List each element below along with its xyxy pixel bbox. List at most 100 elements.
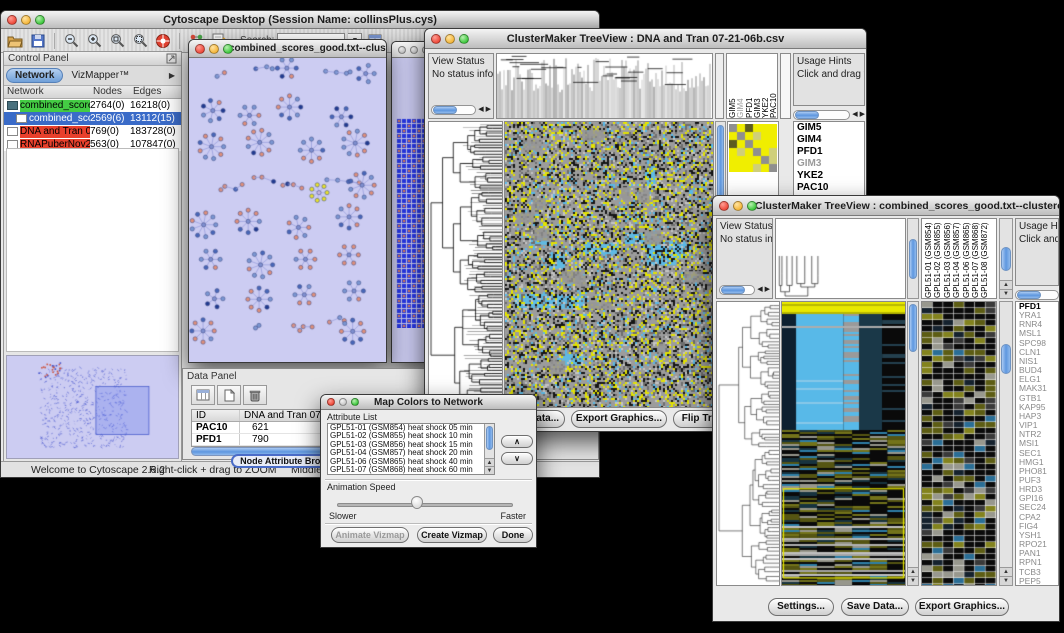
view-status-scrollbar[interactable]: ◀ ▶ [719, 283, 770, 296]
network-tree-row[interactable]: DNA and Tran 07 769(0) 183728(0) [4, 125, 181, 138]
tab-network[interactable]: Network [6, 68, 63, 83]
scroll-down-arrow[interactable]: ▼ [485, 466, 494, 474]
network-overview-panel[interactable] [6, 355, 179, 459]
zoom-selected-icon[interactable] [130, 31, 150, 51]
settings-button[interactable]: Settings... [768, 598, 834, 616]
labels-vscrollbar[interactable]: ▲ ▼ [999, 218, 1013, 299]
float-panel-icon[interactable] [166, 53, 177, 64]
network-overview-canvas[interactable] [7, 356, 178, 458]
close-button[interactable] [398, 46, 406, 54]
scroll-up-arrow[interactable]: ▲ [485, 458, 494, 466]
attribute-item[interactable]: GPL51-07 (GSM868) heat shock 60 min [328, 466, 494, 474]
column-dendrogram-canvas[interactable] [776, 219, 905, 298]
selected-cluster-heatmap-canvas[interactable] [922, 302, 996, 585]
close-button[interactable] [7, 15, 17, 25]
zoom-button[interactable] [223, 44, 233, 54]
scrollbar-thumb[interactable] [486, 426, 493, 450]
network-view-titlebar[interactable]: combined_scores_good.txt--cluste... [189, 40, 386, 58]
scroll-up-arrow[interactable]: ▲ [1000, 567, 1012, 576]
dendrogram-splitter[interactable] [715, 53, 724, 119]
heatmap-panel[interactable] [781, 301, 906, 586]
zoom-button[interactable] [351, 398, 359, 406]
close-button[interactable] [327, 398, 335, 406]
column-dendrogram-canvas[interactable] [497, 54, 712, 118]
attribute-list-scrollbar[interactable]: ▲ ▼ [484, 424, 494, 474]
minimize-button[interactable] [339, 398, 347, 406]
correlation-matrix-canvas[interactable] [729, 124, 777, 172]
attribute-select-icon[interactable] [191, 385, 215, 405]
selected-cluster-heatmap-panel[interactable] [921, 301, 997, 586]
column-label[interactable]: GPL51-03 (GSM856) [943, 218, 952, 298]
usage-hints-scrollbar[interactable] [1015, 288, 1059, 301]
heatmap-vscrollbar[interactable]: ▲ ▼ [907, 301, 919, 586]
column-label[interactable]: GPL51-04 (GSM857) [952, 218, 961, 298]
column-label[interactable]: GPL51-06 (GSM865) [962, 218, 971, 298]
scroll-up-arrow[interactable]: ▲ [908, 567, 918, 576]
scroll-down-arrow[interactable]: ▼ [1000, 576, 1012, 585]
scrollbar-thumb[interactable] [909, 239, 917, 279]
scrollbar-thumb[interactable] [1001, 247, 1011, 271]
column-label[interactable]: GPL51-07 (GSM868) [971, 218, 980, 298]
column-dendrogram-panel[interactable] [496, 53, 713, 119]
move-up-button[interactable]: ∧ [501, 435, 533, 448]
row-dendrogram-canvas[interactable] [429, 122, 502, 407]
gene-label[interactable]: GIM5 [794, 122, 864, 134]
delete-attribute-trash-icon[interactable] [243, 385, 267, 405]
minimize-button[interactable] [21, 15, 31, 25]
dialog-titlebar[interactable]: Map Colors to Network [321, 395, 536, 410]
minimize-button[interactable] [733, 201, 743, 211]
scroll-down-arrow[interactable]: ▼ [908, 576, 918, 585]
treeview2-titlebar[interactable]: ClusterMaker TreeView : combined_scores_… [713, 196, 1059, 216]
scrollbar-thumb[interactable] [909, 304, 917, 352]
gene-label[interactable]: PAC10 [794, 182, 864, 194]
export-graphics-button[interactable]: Export Graphics... [915, 598, 1009, 616]
animation-speed-slider-track[interactable] [337, 503, 513, 507]
column-label[interactable]: GPL51-01 (GSM854) [924, 218, 933, 298]
treeview1-titlebar[interactable]: ClusterMaker TreeView : DNA and Tran 07-… [425, 29, 866, 49]
done-button[interactable]: Done [493, 527, 533, 543]
minimize-button[interactable] [410, 46, 418, 54]
gene-label[interactable]: GIM3 [794, 158, 864, 170]
network-graph-canvas[interactable] [189, 58, 386, 362]
heatmap-panel[interactable] [504, 121, 714, 408]
scroll-up-arrow[interactable]: ▲ [1000, 280, 1012, 289]
gene-label[interactable]: PFD1 [794, 146, 864, 158]
view-status-scrollbar[interactable]: ◀ ▶ [431, 103, 491, 116]
network-tree-row[interactable]: combined_sco 2569(6) 13112(15) [4, 112, 181, 125]
column-label[interactable]: GPL51-02 (GSM855) [933, 218, 942, 298]
zoom-in-icon[interactable] [84, 31, 104, 51]
column-dendrogram-panel[interactable] [775, 218, 906, 299]
minimize-button[interactable] [209, 44, 219, 54]
dendrogram-vscrollbar[interactable] [907, 218, 919, 299]
new-attribute-icon[interactable] [217, 385, 241, 405]
gene-label[interactable]: YKE2 [794, 170, 864, 182]
network-canvas-area[interactable] [189, 58, 386, 362]
scroll-down-arrow[interactable]: ▼ [1000, 289, 1012, 298]
animate-vizmap-button[interactable]: Animate Vizmap [331, 527, 409, 543]
close-button[interactable] [195, 44, 205, 54]
save-data-button[interactable]: Save Data... [841, 598, 909, 616]
heatmap-canvas[interactable] [505, 122, 713, 407]
row-dendrogram-canvas[interactable] [717, 302, 779, 585]
zoom-out-icon[interactable] [61, 31, 81, 51]
move-down-button[interactable]: ∨ [501, 452, 533, 465]
column-labels-panel[interactable]: GPL51-01 (GSM854)GPL51-02 (GSM855)GPL51-… [921, 218, 997, 299]
scrollbar-thumb[interactable] [1001, 344, 1011, 374]
gene-label[interactable]: GIM4 [794, 134, 864, 146]
gene-list-vscrollbar[interactable]: ▲ ▼ [999, 301, 1013, 586]
create-vizmap-button[interactable]: Create Vizmap [417, 527, 487, 543]
row-dendrogram-panel[interactable] [428, 121, 503, 408]
close-button[interactable] [719, 201, 729, 211]
tab-vizmapper[interactable]: VizMapper™ [63, 69, 137, 82]
save-button[interactable] [28, 31, 48, 51]
zoom-fit-icon[interactable] [107, 31, 127, 51]
animation-speed-slider-thumb[interactable] [411, 496, 423, 509]
zoom-button[interactable] [459, 34, 469, 44]
column-labels-panel[interactable]: GIM5GIM4PFD1GIM3YKE2PAC10 [726, 53, 778, 119]
help-lifering-icon[interactable] [153, 31, 173, 51]
zoom-button[interactable] [747, 201, 757, 211]
usage-hints-scrollbar[interactable]: ◀ ▶ [793, 108, 865, 121]
open-file-button[interactable] [5, 31, 25, 51]
heatmap-canvas[interactable] [782, 302, 905, 585]
row-dendrogram-panel[interactable] [716, 301, 780, 586]
